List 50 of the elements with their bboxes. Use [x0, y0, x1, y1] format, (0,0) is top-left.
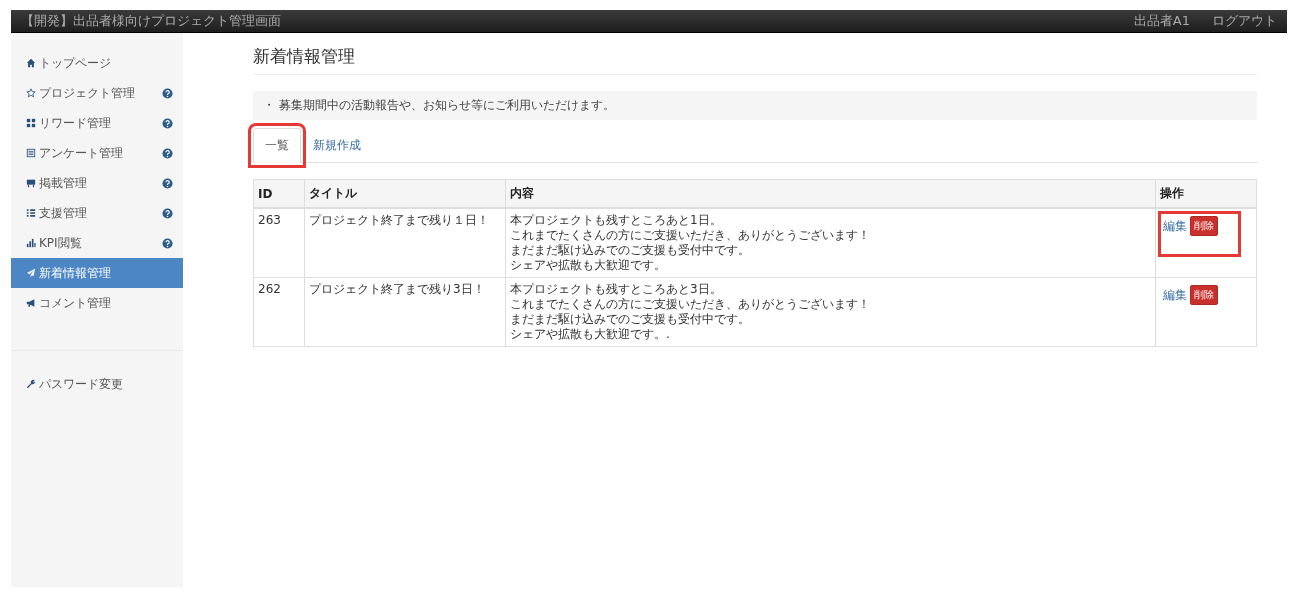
table-cell: 263: [253, 208, 305, 278]
column-header: タイトル: [304, 179, 506, 208]
table-cell: プロジェクト終了まで残り１日！: [304, 208, 506, 278]
list-icon: [26, 208, 36, 218]
edit-link[interactable]: 編集: [1163, 287, 1187, 303]
help-icon[interactable]: [162, 87, 173, 99]
column-header: ID: [253, 179, 305, 208]
sidebar-item[interactable]: KPI閲覧: [11, 228, 183, 258]
help-icon[interactable]: [162, 237, 173, 249]
app-title[interactable]: 【開発】出品者様向けプロジェクト管理画面: [21, 12, 281, 30]
sidebar-item[interactable]: パスワード変更: [11, 369, 183, 399]
table-cell: プロジェクト終了まで残り3日！: [304, 277, 506, 347]
wrench-icon: [26, 379, 36, 389]
help-icon[interactable]: [162, 207, 173, 219]
sidebar-item[interactable]: アンケート管理: [11, 138, 183, 168]
content-line: シェアや拡散も大歓迎です。: [510, 258, 667, 273]
content-line: 本プロジェクトも残すところあと1日。: [510, 213, 723, 228]
sidebar-item[interactable]: コメント管理: [11, 288, 183, 318]
notice-box: ・ 募集期間中の活動報告や、お知らせ等にご利用いただけます。: [253, 91, 1257, 120]
logout-link[interactable]: ログアウト: [1212, 12, 1277, 30]
megaphone-icon: [26, 298, 36, 308]
column-header: 操作: [1155, 179, 1257, 208]
content-line: 本プロジェクトも残すところあと3日。: [510, 282, 723, 297]
content-line: これまでたくさんの方にご支援いただき、ありがとうございます！: [510, 228, 871, 243]
sidebar-item[interactable]: プロジェクト管理: [11, 78, 183, 108]
sidebar-item[interactable]: 掲載管理: [11, 168, 183, 198]
table-cell: 262: [253, 277, 305, 347]
paper-plane-icon: [26, 268, 36, 278]
sidebar-item[interactable]: トップページ: [11, 48, 183, 78]
tab[interactable]: 新規作成: [301, 128, 373, 163]
content-line: シェアや拡散も大歓迎です。.: [510, 327, 671, 342]
home-icon: [26, 58, 36, 68]
page-title: 新着情報管理: [253, 45, 1257, 75]
help-icon[interactable]: [162, 177, 173, 189]
help-icon[interactable]: [162, 117, 173, 129]
column-header: 内容: [505, 179, 1156, 208]
sidebar-item[interactable]: リワード管理: [11, 108, 183, 138]
bar-chart-icon: [26, 238, 36, 248]
delete-button[interactable]: 削除: [1190, 216, 1218, 236]
sidebar-item[interactable]: 新着情報管理: [11, 258, 183, 288]
delete-button[interactable]: 削除: [1190, 285, 1218, 305]
content-line: これまでたくさんの方にご支援いただき、ありがとうございます！: [510, 297, 871, 312]
content-line: まだまだ駆け込みでのご支援も受付中です。: [510, 243, 751, 258]
help-icon[interactable]: [162, 147, 173, 159]
content-line: まだまだ駆け込みでのご支援も受付中です。: [510, 312, 751, 327]
user-name[interactable]: 出品者A1: [1133, 12, 1190, 30]
star-icon: [26, 88, 36, 98]
sidebar-item[interactable]: 支援管理: [11, 198, 183, 228]
form-icon: [26, 148, 36, 158]
edit-link[interactable]: 編集: [1163, 218, 1187, 234]
